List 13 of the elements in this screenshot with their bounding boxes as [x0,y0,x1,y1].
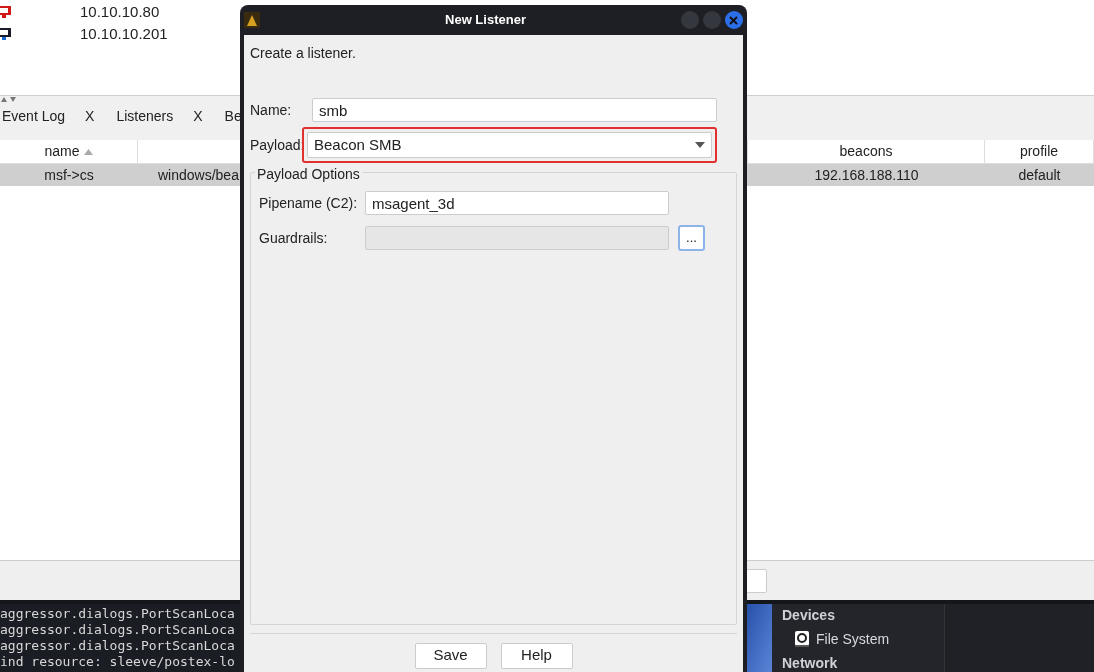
section-heading: Devices [782,606,836,625]
section-heading: Network [782,654,839,672]
table-cell-text: msf->cs [44,166,94,185]
field-label: Name: [250,100,293,120]
window-title: New Listener [445,11,526,30]
table-cell-text: windows/bea [158,166,239,185]
host-address: 10.10.10.80 [80,1,160,22]
table-cell-text: 192.168.188.110 [814,166,919,185]
intro-text: Create a listener. [250,44,357,63]
field-label: Pipename (C2): [259,193,359,213]
host-address: 10.10.10.201 [80,23,168,44]
field-label: Guardrails: [259,228,329,248]
table-cell-text: default [1018,166,1061,185]
